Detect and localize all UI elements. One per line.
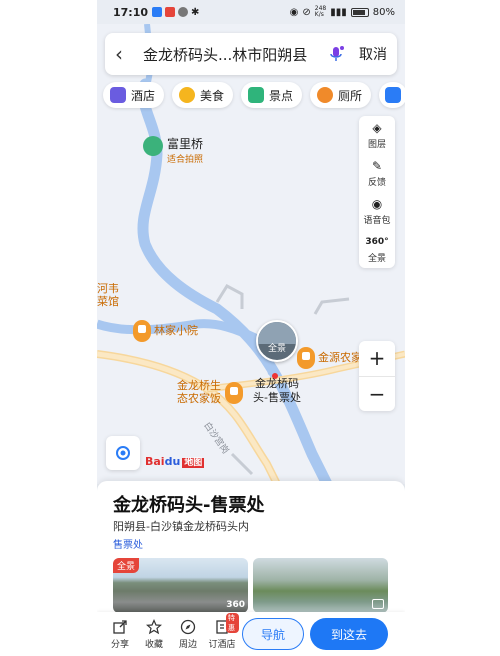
status-time: 17:10 (113, 5, 149, 19)
zoom-in-button[interactable]: + (359, 341, 395, 376)
signal-icon: ▮▮▮ (330, 6, 347, 18)
promo-badge: 特惠 (226, 612, 239, 633)
mute-icon: ⊘ (302, 6, 311, 18)
notification-icon (165, 7, 176, 17)
baidu-map-logo: Baidu 地图 (145, 455, 205, 468)
notification-icon (152, 7, 163, 17)
category-chips: 酒店 美食 景点 厕所 (103, 82, 405, 108)
chip-more[interactable] (379, 82, 405, 108)
panorama-360-icon: 360 (226, 600, 245, 610)
eye-icon (178, 7, 189, 17)
chip-toilet[interactable]: 厕所 (310, 82, 372, 108)
poi-fuli-bridge[interactable]: 富里桥 (167, 137, 203, 151)
scenic-poi-icon[interactable] (143, 136, 163, 156)
search-input[interactable]: 金龙桥码头...林市阳朔县 (143, 44, 327, 65)
tool-voice[interactable]: ◉ 语音包 (359, 192, 395, 230)
zoom-control: + − (359, 341, 395, 411)
voice-icon: ◉ (371, 196, 383, 211)
restaurant-poi-icon[interactable] (297, 347, 315, 369)
chip-scenic[interactable]: 景点 (241, 82, 303, 108)
action-bar: 分享 收藏 周边 订酒店 特惠 导航 到这去 (97, 612, 405, 656)
microphone-icon[interactable] (327, 45, 345, 63)
food-icon (179, 87, 196, 103)
destination-label[interactable]: 金龙桥码 头-售票处 (253, 377, 301, 405)
phone-screen: 17:10 ✱ ◉ ⊘ 248 K/s ▮▮▮ 80% 富里桥 适合拍照 河韦 … (97, 0, 405, 656)
toilet-icon (317, 87, 334, 103)
tool-panorama[interactable]: 360° 全景 (359, 230, 395, 268)
poi-shengtai-1[interactable]: 金龙桥生 (177, 379, 221, 392)
layers-icon: ◈ (372, 120, 382, 135)
panorama-tag: 全景 (113, 558, 140, 573)
restaurant-poi-icon[interactable] (225, 382, 243, 404)
place-address: 阳朔县-白沙镇金龙桥码头内 (113, 520, 249, 533)
chip-hotel[interactable]: 酒店 (103, 82, 165, 108)
tool-feedback[interactable]: ✎ 反馈 (359, 154, 395, 192)
status-right: ◉ ⊘ 248 K/s ▮▮▮ 80% (290, 6, 395, 18)
poi-shengtai-2[interactable]: 态农家饭 (177, 392, 221, 405)
battery-level: 80% (372, 6, 395, 18)
poi-jinyuan[interactable]: 金源农家 (318, 351, 362, 364)
bluetooth-icon: ✱ (191, 6, 200, 18)
hotel-icon (110, 87, 126, 103)
search-bar[interactable]: ‹ 金龙桥码头...林市阳朔县 取消 (105, 33, 397, 75)
place-photo[interactable] (253, 558, 388, 613)
cancel-button[interactable]: 取消 (359, 44, 387, 64)
map-tools: ◈ 图层 ✎ 反馈 ◉ 语音包 360° 全景 (359, 116, 395, 268)
status-bar: 17:10 ✱ ◉ ⊘ 248 K/s ▮▮▮ 80% (97, 0, 405, 24)
road-minor (313, 297, 350, 315)
more-category-icon (385, 87, 402, 103)
navigate-button[interactable]: 导航 (242, 618, 304, 650)
poi-hewei[interactable]: 河韦 (97, 282, 119, 295)
location-icon: ◉ (289, 6, 299, 18)
panorama-360-icon: 360° (365, 236, 389, 247)
tool-layers[interactable]: ◈ 图层 (359, 116, 395, 154)
poi-fuli-sub: 适合拍照 (167, 155, 204, 165)
share-icon (113, 619, 127, 634)
chip-food[interactable]: 美食 (172, 82, 234, 108)
back-arrow-icon[interactable]: ‹ (115, 42, 135, 66)
locate-icon (116, 446, 130, 460)
locate-button[interactable] (106, 436, 140, 470)
go-here-button[interactable]: 到这去 (310, 618, 388, 650)
feedback-icon: ✎ (371, 158, 383, 173)
compass-icon (180, 619, 196, 634)
battery-icon (350, 7, 369, 17)
road-minor (230, 452, 254, 476)
favorite-action[interactable]: 收藏 (137, 618, 171, 650)
image-icon (372, 599, 384, 609)
star-icon (146, 618, 162, 634)
restaurant-poi-icon[interactable] (133, 320, 151, 342)
poi-caiguan[interactable]: 菜馆 (97, 295, 119, 308)
network-speed: 248 K/s (314, 5, 327, 18)
place-type[interactable]: 售票处 (113, 536, 143, 551)
share-action[interactable]: 分享 (103, 619, 137, 650)
place-photo-panorama[interactable]: 全景 360 (113, 558, 248, 613)
nearby-action[interactable]: 周边 (171, 619, 205, 650)
place-title: 金龙桥码头-售票处 (113, 495, 265, 516)
poi-linjia[interactable]: 林家小院 (154, 324, 198, 337)
zoom-out-button[interactable]: − (359, 375, 395, 412)
panorama-bubble[interactable]: 全景 (256, 320, 298, 362)
book-hotel-action[interactable]: 订酒店 特惠 (205, 612, 239, 650)
scenic-icon (248, 87, 265, 103)
